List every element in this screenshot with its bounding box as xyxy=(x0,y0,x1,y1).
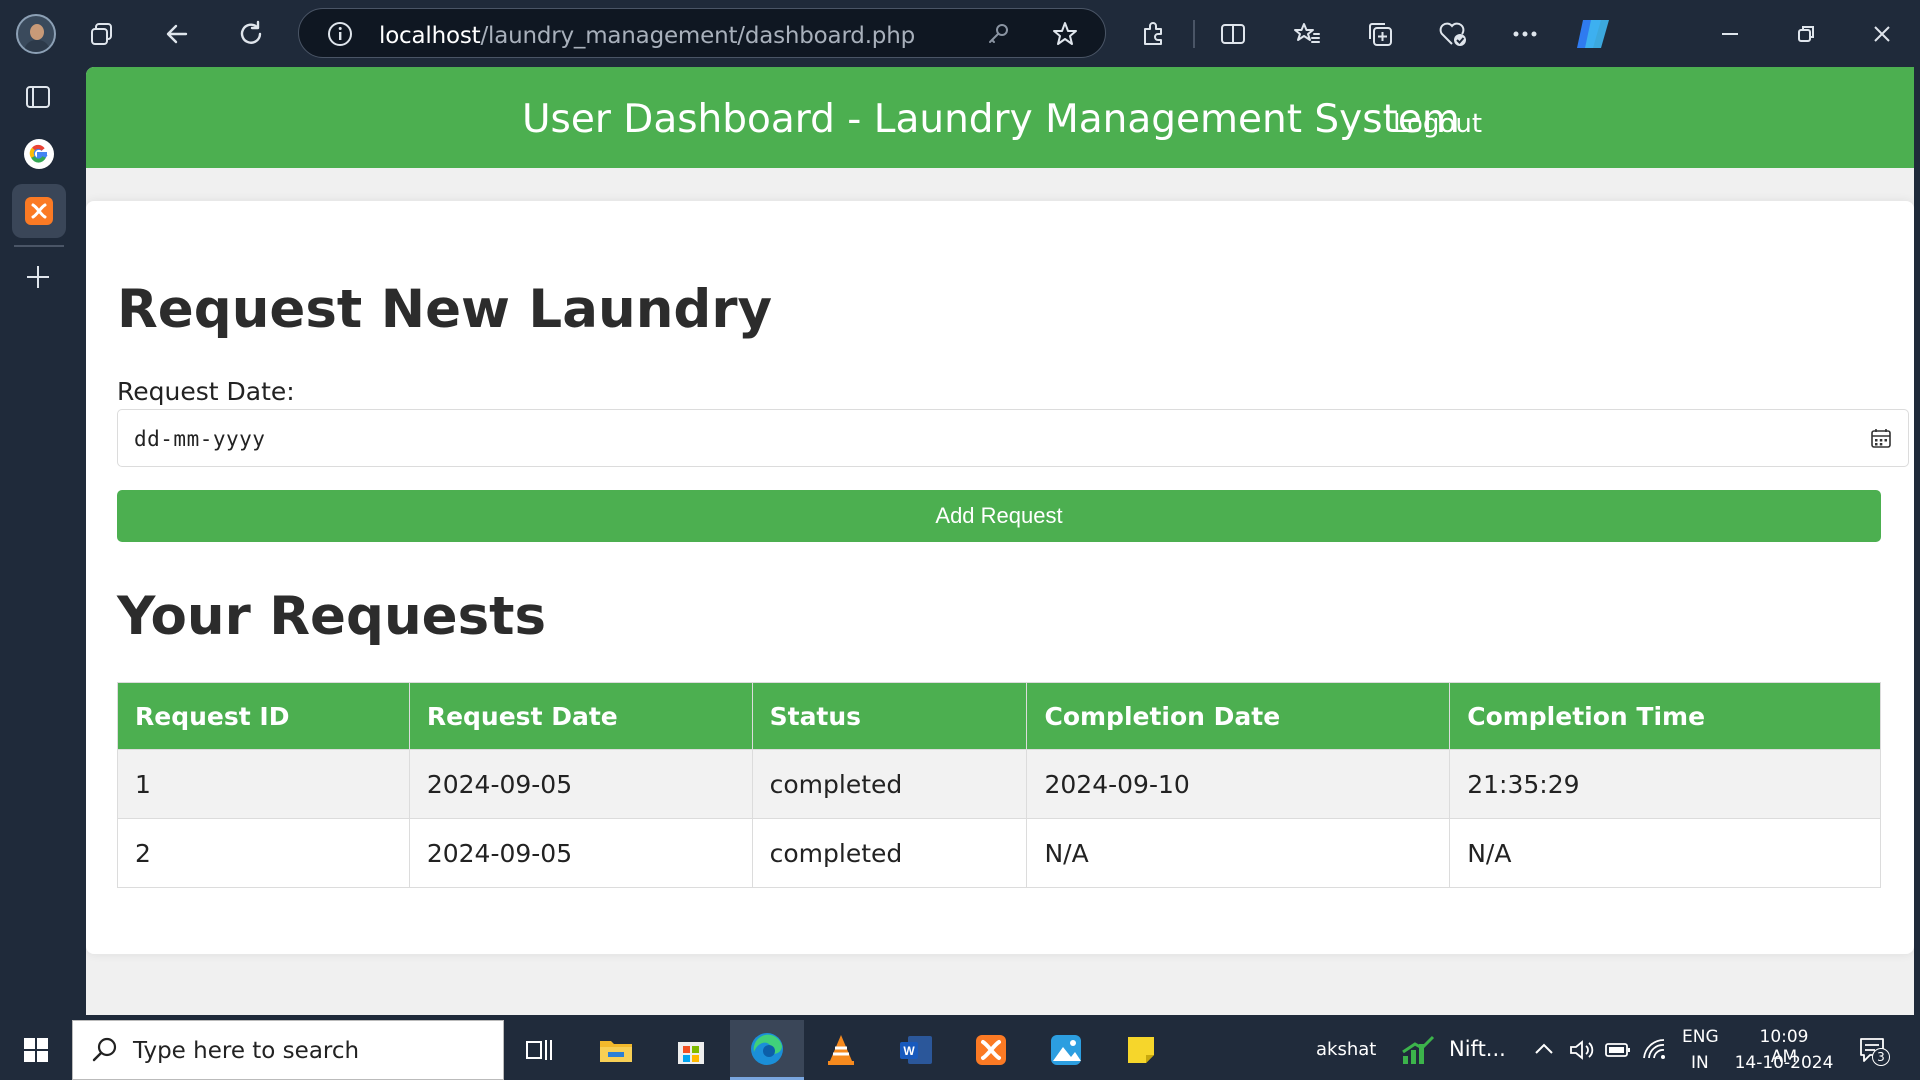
profile-avatar[interactable] xyxy=(16,14,56,54)
cell-status: completed xyxy=(751,818,1028,888)
column-header-completion-time: Completion Time xyxy=(1449,682,1881,750)
cell-completion-time: 21:35:29 xyxy=(1449,749,1881,819)
collections-icon[interactable] xyxy=(1360,14,1400,54)
close-icon[interactable] xyxy=(1862,14,1902,54)
cell-completion-date: N/A xyxy=(1026,818,1451,888)
user-name: akshat xyxy=(1316,1039,1377,1060)
request-date-input[interactable]: dd-mm-yyyy xyxy=(117,409,1909,467)
extensions-icon[interactable] xyxy=(1133,14,1173,54)
table-row: 2 2024-09-05 completed N/A N/A xyxy=(117,818,1881,888)
date-placeholder: dd-mm-yyyy xyxy=(134,427,266,451)
url-path: /laundry_management/dashboard.php xyxy=(480,23,915,49)
calendar-icon[interactable] xyxy=(1870,427,1892,449)
split-screen-icon[interactable] xyxy=(1213,14,1253,54)
minimize-icon[interactable] xyxy=(1710,14,1750,54)
search-icon xyxy=(91,1036,119,1069)
page-title: User Dashboard - Laundry Management Syst… xyxy=(522,97,1460,142)
page-viewport: User Dashboard - Laundry Management Syst… xyxy=(86,67,1914,1015)
xampp-icon xyxy=(25,197,53,225)
svg-text:W: W xyxy=(903,1044,915,1058)
clock-date[interactable]: 14-10-2024 xyxy=(1733,1053,1835,1073)
requests-table: Request ID Request Date Status Completio… xyxy=(117,682,1881,888)
vlc-icon[interactable] xyxy=(804,1020,878,1080)
xampp-tab[interactable] xyxy=(12,184,66,238)
column-header-status: Status xyxy=(751,682,1028,750)
request-date-label: Request Date: xyxy=(117,377,295,406)
edge-browser-icon[interactable] xyxy=(730,1020,804,1080)
sticky-notes-icon[interactable] xyxy=(1104,1020,1178,1080)
battery-icon[interactable] xyxy=(1605,1042,1631,1063)
browser-toolbar: localhost/laundry_management/dashboard.p… xyxy=(0,0,1920,67)
more-menu-icon[interactable] xyxy=(1505,14,1545,54)
avatar-face xyxy=(30,24,44,40)
table-row: 1 2024-09-05 completed 2024-09-10 21:35:… xyxy=(117,749,1881,819)
google-icon[interactable] xyxy=(24,139,54,169)
copilot-icon[interactable] xyxy=(1573,14,1613,54)
request-form-heading: Request New Laundry xyxy=(117,279,773,340)
favorites-icon[interactable] xyxy=(1287,14,1327,54)
rail-divider xyxy=(14,245,64,247)
notification-count-badge: 3 xyxy=(1872,1048,1890,1066)
add-request-button[interactable]: Add Request xyxy=(117,490,1881,542)
cell-completion-time: N/A xyxy=(1449,818,1881,888)
word-icon[interactable]: W xyxy=(879,1020,953,1080)
notification-center-icon[interactable]: 3 xyxy=(1858,1036,1890,1069)
search-placeholder: Type here to search xyxy=(133,1038,360,1064)
back-icon[interactable] xyxy=(157,14,197,54)
windows-start-icon[interactable] xyxy=(14,1032,58,1068)
avatar-body xyxy=(24,40,50,52)
file-explorer-icon[interactable] xyxy=(579,1020,653,1080)
task-view-icon[interactable] xyxy=(503,1020,577,1080)
workspaces-icon[interactable] xyxy=(82,14,122,54)
tab-actions-icon[interactable] xyxy=(24,83,52,116)
table-header-row: Request ID Request Date Status Completio… xyxy=(117,682,1881,750)
cell-request-id: 2 xyxy=(117,818,410,888)
cell-request-id: 1 xyxy=(117,749,410,819)
microsoft-store-icon[interactable] xyxy=(654,1020,728,1080)
language-primary[interactable]: ENG xyxy=(1682,1027,1719,1047)
show-hidden-icons-chevron[interactable] xyxy=(1533,1040,1555,1063)
language-secondary[interactable]: IN xyxy=(1691,1053,1709,1073)
url-host: localhost xyxy=(379,23,481,49)
browser-essentials-icon[interactable] xyxy=(1433,14,1473,54)
favorite-star-icon[interactable] xyxy=(1051,20,1079,53)
cell-request-date: 2024-09-05 xyxy=(408,749,753,819)
cell-completion-date: 2024-09-10 xyxy=(1026,749,1451,819)
site-info-icon[interactable] xyxy=(327,21,353,52)
wifi-icon[interactable] xyxy=(1642,1038,1668,1067)
stock-widget-icon[interactable] xyxy=(1400,1034,1436,1071)
taskbar-search[interactable]: Type here to search xyxy=(72,1020,504,1080)
column-header-request-date: Request Date xyxy=(408,682,753,750)
windows-taskbar: Type here to search W akshat Nift... ENG… xyxy=(0,1020,1920,1080)
volume-icon[interactable] xyxy=(1568,1038,1594,1067)
requests-heading: Your Requests xyxy=(117,586,547,647)
photos-icon[interactable] xyxy=(1029,1020,1103,1080)
column-header-request-id: Request ID xyxy=(117,682,410,750)
add-tab-icon[interactable] xyxy=(24,263,52,296)
restore-icon[interactable] xyxy=(1786,14,1826,54)
cell-request-date: 2024-09-05 xyxy=(408,818,753,888)
xampp-taskbar-icon[interactable] xyxy=(954,1020,1028,1080)
column-header-completion-date: Completion Date xyxy=(1026,682,1451,750)
dashboard-card: Request New Laundry Request Date: dd-mm-… xyxy=(86,201,1914,954)
logout-link[interactable]: Logout xyxy=(1393,109,1482,139)
password-key-icon[interactable] xyxy=(987,22,1011,51)
address-bar[interactable]: localhost/laundry_management/dashboard.p… xyxy=(298,8,1106,58)
browser-sidebar xyxy=(0,67,78,1015)
stock-widget-label[interactable]: Nift... xyxy=(1449,1037,1506,1061)
toolbar-divider xyxy=(1193,20,1195,48)
cell-status: completed xyxy=(751,749,1028,819)
page-header: User Dashboard - Laundry Management Syst… xyxy=(86,67,1914,168)
refresh-icon[interactable] xyxy=(231,14,271,54)
url-text: localhost/laundry_management/dashboard.p… xyxy=(379,23,915,49)
